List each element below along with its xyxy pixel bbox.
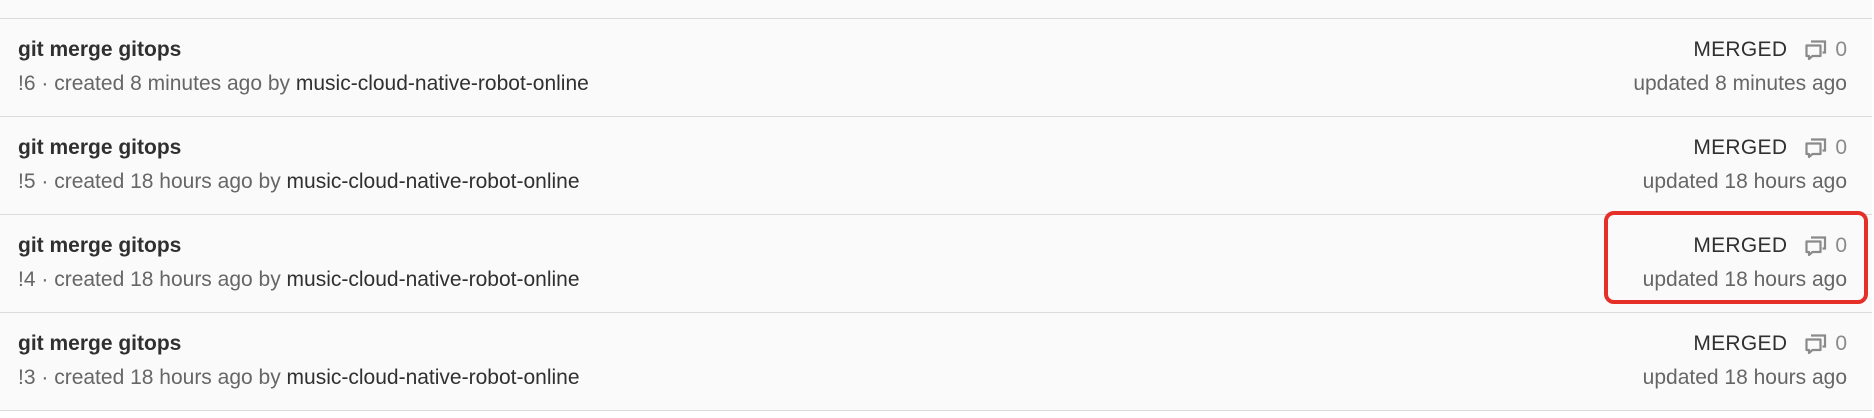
merge-request-row: git merge gitops !4 · created 18 hours a… [0,215,1872,313]
created-text: created 18 hours ago by [54,170,281,193]
status-badge: MERGED [1693,38,1788,61]
merge-request-title[interactable]: git merge gitops [18,332,181,356]
separator: · [41,366,49,389]
comments-count: 0 [1835,234,1847,257]
comments-link[interactable]: 0 [1805,332,1847,356]
merge-request-title[interactable]: git merge gitops [18,136,181,160]
merge-request-title[interactable]: git merge gitops [18,38,181,62]
merge-request-ref[interactable]: !3 [18,366,36,389]
merge-request-status-area: MERGED 0 [1693,136,1847,160]
updated-time: updated 8 minutes ago [1633,72,1847,95]
status-badge: MERGED [1693,136,1788,159]
merge-request-meta: !3 · created 18 hours ago by music-cloud… [18,366,580,390]
comments-count: 0 [1835,38,1847,61]
merge-request-status-area: MERGED 0 [1693,234,1847,258]
merge-request-ref[interactable]: !5 [18,170,36,193]
updated-time: updated 18 hours ago [1642,170,1847,193]
comments-count: 0 [1835,136,1847,159]
merge-request-title[interactable]: git merge gitops [18,234,181,258]
author-link[interactable]: music-cloud-native-robot-online [296,72,589,95]
comments-count: 0 [1835,332,1847,355]
comments-icon [1805,236,1827,256]
comments-icon [1805,40,1827,60]
author-link[interactable]: music-cloud-native-robot-online [287,170,580,193]
comments-link[interactable]: 0 [1805,136,1847,160]
comments-icon [1805,138,1827,158]
merge-request-meta: !4 · created 18 hours ago by music-cloud… [18,268,580,292]
comments-link[interactable]: 0 [1805,234,1847,258]
status-badge: MERGED [1693,332,1788,355]
merge-request-list: git merge gitops !6 · created 8 minutes … [0,0,1872,411]
updated-time: updated 18 hours ago [1642,268,1847,291]
created-text: created 18 hours ago by [54,268,281,291]
merge-request-ref[interactable]: !4 [18,268,36,291]
comments-link[interactable]: 0 [1805,38,1847,62]
merge-request-status-area: MERGED 0 [1693,38,1847,62]
comments-icon [1805,334,1827,354]
merge-request-meta: !5 · created 18 hours ago by music-cloud… [18,170,580,194]
author-link[interactable]: music-cloud-native-robot-online [287,268,580,291]
merge-request-row: git merge gitops !5 · created 18 hours a… [0,117,1872,215]
merge-request-row: git merge gitops !6 · created 8 minutes … [0,19,1872,117]
created-text: created 18 hours ago by [54,366,281,389]
separator: · [41,268,49,291]
separator: · [41,72,49,95]
updated-time: updated 18 hours ago [1642,366,1847,389]
merge-request-row: git merge gitops !3 · created 18 hours a… [0,313,1872,411]
created-text: created 8 minutes ago by [54,72,291,95]
status-badge: MERGED [1693,234,1788,257]
separator: · [41,170,49,193]
merge-request-ref[interactable]: !6 [18,72,36,95]
merge-request-status-area: MERGED 0 [1693,332,1847,356]
merge-request-meta: !6 · created 8 minutes ago by music-clou… [18,72,589,96]
author-link[interactable]: music-cloud-native-robot-online [287,366,580,389]
